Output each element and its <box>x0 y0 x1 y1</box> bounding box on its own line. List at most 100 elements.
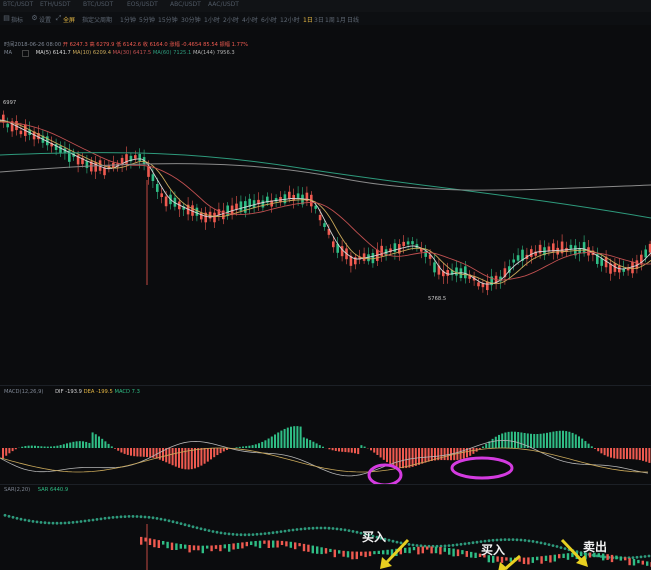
candlestick <box>318 214 322 221</box>
sar-dot <box>471 541 475 545</box>
timeframe-option[interactable]: 15分钟 <box>158 15 178 24</box>
sar-dot <box>107 516 111 520</box>
sar-dot <box>543 542 547 546</box>
macd-value: MACD 7.3 <box>114 389 140 395</box>
timeframe-option[interactable]: 1分钟 <box>120 15 136 24</box>
candlestick <box>619 556 622 561</box>
timeframe-option[interactable]: 4小时 <box>242 15 258 24</box>
candlestick <box>261 200 265 208</box>
timeframe-option[interactable]: 2小时 <box>223 15 239 24</box>
toolbar-indicators[interactable]: 指标 <box>11 15 23 24</box>
toolbar-settings[interactable]: 设置 <box>39 15 51 24</box>
candlestick <box>296 193 300 198</box>
candlestick <box>241 542 244 549</box>
macd-histogram-bar <box>626 448 628 460</box>
macd-histogram-bar <box>610 448 612 458</box>
sell-annotation: 卖出 <box>583 540 608 554</box>
macd-histogram-bar <box>568 431 571 448</box>
toolbar-fullscreen[interactable]: 全屏 <box>63 15 75 24</box>
timeframe-option[interactable]: 30分钟 <box>181 15 201 24</box>
macd-histogram-bar <box>571 432 574 448</box>
candlestick <box>516 255 520 261</box>
toolbar-period-tool[interactable]: 指定父周期 <box>82 15 112 24</box>
candlestick <box>386 549 389 555</box>
settings-box-icon[interactable] <box>22 50 29 57</box>
sar-dot <box>95 518 99 521</box>
timeframe-option[interactable]: 1日 <box>303 15 313 24</box>
timeframe-option[interactable]: 6小时 <box>261 15 277 24</box>
macd-histogram-bar <box>606 448 609 457</box>
macd-histogram-bar <box>194 448 196 469</box>
candlestick <box>426 546 429 550</box>
macd-histogram-bar <box>302 437 305 448</box>
buy-annotation: 买入 <box>362 530 387 544</box>
candlestick <box>486 281 489 291</box>
candlestick-chart[interactable] <box>0 60 651 385</box>
indicator-icon[interactable]: ▤ <box>2 14 11 23</box>
macd-histogram-bar <box>542 433 545 448</box>
market-tab[interactable]: BTC/USDT <box>83 1 113 8</box>
timeframe-option[interactable]: 1小时 <box>204 15 220 24</box>
macd-histogram-bar <box>290 426 292 448</box>
sar-dot <box>115 515 119 519</box>
ma5-value: MA(5) 6141.7 <box>35 50 71 56</box>
market-tab[interactable]: ETH/USDT <box>40 1 70 8</box>
sar-dot <box>155 517 159 520</box>
macd-histogram-bar <box>43 446 46 448</box>
sar-chart[interactable] <box>0 494 651 570</box>
macd-histogram-bar <box>648 448 651 463</box>
candlestick <box>377 550 380 554</box>
macd-histogram-bar <box>350 448 353 453</box>
macd-histogram-bar <box>600 448 603 454</box>
candlestick <box>562 553 565 558</box>
macd-histogram-bar <box>283 428 286 448</box>
candlestick <box>424 251 427 257</box>
timeframe-option[interactable]: 1月 <box>336 15 346 24</box>
candlestick <box>610 554 614 563</box>
gear-icon[interactable]: ⚙ <box>30 14 39 23</box>
market-tab[interactable]: ABC/USDT <box>170 1 201 8</box>
market-tab[interactable]: BTC/USDT <box>3 1 33 8</box>
macd-histogram-bar <box>258 443 260 448</box>
sar-dot <box>127 515 131 518</box>
candlestick <box>360 551 363 556</box>
macd-histogram-bar <box>155 448 158 459</box>
macd-histogram-bar <box>210 448 212 460</box>
candlestick <box>144 537 147 542</box>
macd-histogram-bar <box>72 441 75 448</box>
candlestick <box>298 543 301 547</box>
candlestick <box>19 130 23 135</box>
candlestick <box>329 548 332 552</box>
sar-dot <box>47 521 51 525</box>
sar-legend: SAR(2,20) SAR 6440.9 <box>4 487 68 493</box>
sar-dot <box>123 515 127 518</box>
timeframe-option[interactable]: 12小时 <box>280 15 300 24</box>
timeframe-option[interactable]: 5分钟 <box>139 15 155 24</box>
sar-dot <box>347 529 351 532</box>
candlestick <box>263 540 266 544</box>
macd-histogram-bar <box>574 434 577 448</box>
candlestick <box>338 550 341 554</box>
sar-dot <box>511 538 515 541</box>
sar-dot <box>323 526 327 530</box>
candlestick <box>505 557 508 561</box>
candlestick <box>637 559 640 564</box>
market-tab[interactable]: EOS/USDT <box>127 1 158 8</box>
macd-title: MACD(12,26,9) <box>4 389 44 395</box>
candlestick <box>430 546 433 554</box>
timeframe-option[interactable]: 3日 <box>314 15 324 24</box>
fullscreen-icon[interactable]: ⤢ <box>54 14 63 23</box>
timeframe-option[interactable]: 日线 <box>347 15 359 24</box>
timeframe-option[interactable]: 1周 <box>325 15 335 24</box>
sar-dot <box>251 533 255 536</box>
candlestick <box>200 212 203 220</box>
sar-dot <box>443 544 447 548</box>
market-tab[interactable]: AAC/USDT <box>208 1 239 8</box>
candlestick <box>553 554 556 562</box>
macd-chart[interactable] <box>0 398 651 484</box>
ohlc-open: 开 6247.3 <box>62 42 88 48</box>
macd-histogram-bar <box>494 436 497 448</box>
candlestick <box>332 241 335 248</box>
sar-dot <box>507 538 511 541</box>
sar-dot <box>339 528 343 531</box>
